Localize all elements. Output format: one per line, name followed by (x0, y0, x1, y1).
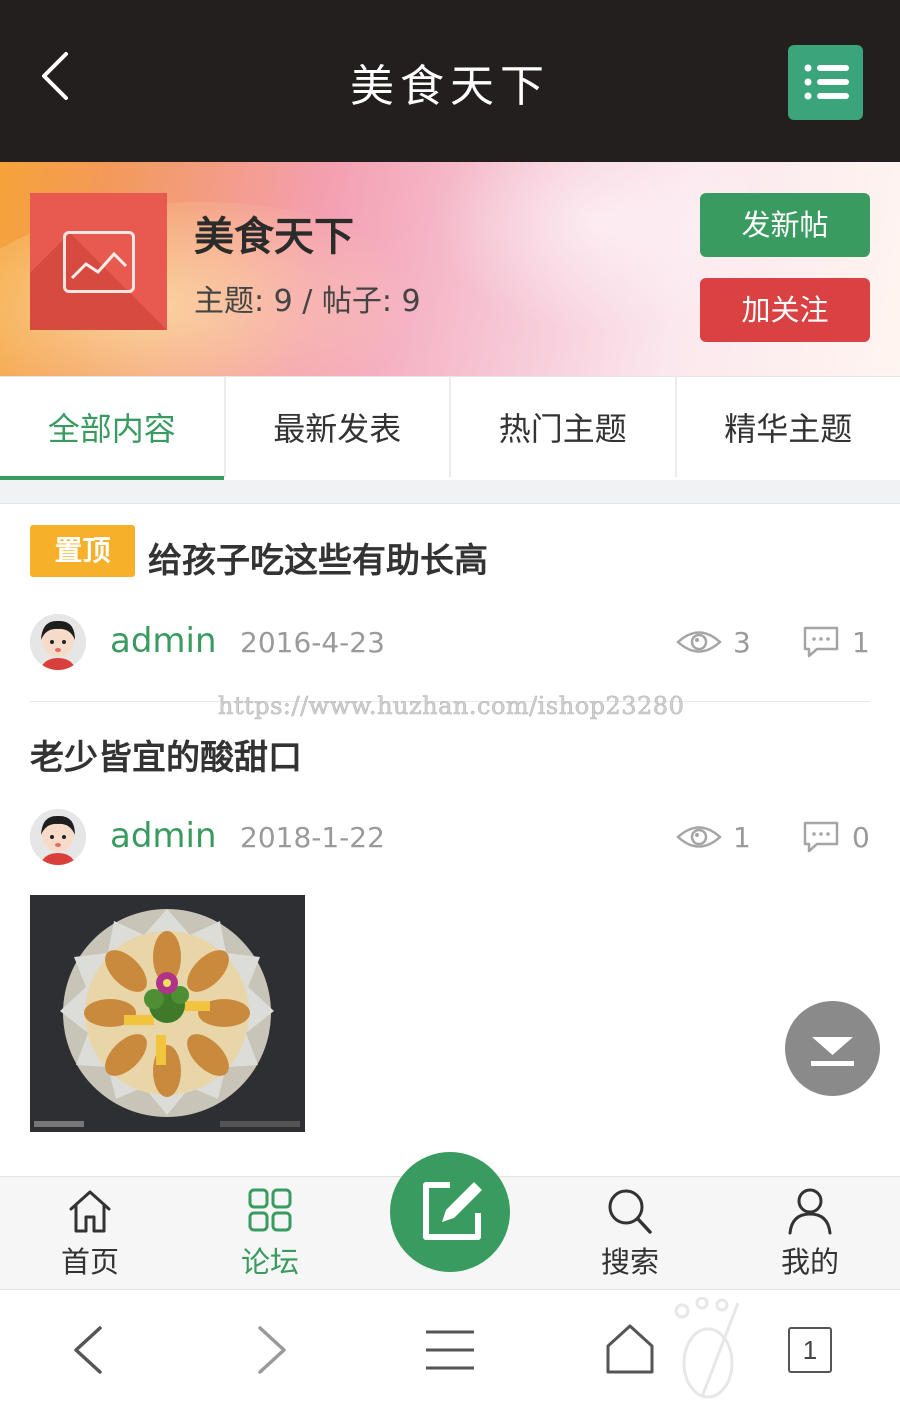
tab-all-content[interactable]: 全部内容 (0, 377, 226, 480)
image-placeholder-icon (63, 231, 135, 293)
view-count: 3 (733, 626, 751, 659)
user-icon (788, 1188, 832, 1235)
post-date: 2018-1-22 (240, 821, 385, 854)
tabbar-forum[interactable]: 论坛 (210, 1177, 330, 1289)
avatar[interactable] (30, 809, 86, 865)
tabbar-home-label: 首页 (60, 1245, 119, 1279)
browser-home-button[interactable] (590, 1310, 670, 1390)
avatar[interactable] (30, 614, 86, 670)
search-icon (608, 1189, 652, 1234)
page: 美食天下 美食天下 主题: 9 / 帖子: 9 发新帖 加关注 全部内容 最新发… (0, 0, 900, 1410)
forum-logo (30, 193, 167, 330)
hamburger-icon (426, 1330, 474, 1370)
forum-stats: 主题: 9 / 帖子: 9 (194, 284, 421, 319)
chevron-right-icon (258, 1326, 286, 1374)
reply-count: 1 (852, 626, 870, 659)
post-image[interactable] (30, 895, 305, 1132)
comment-icon (803, 626, 839, 658)
watermark: https://www.huzhan.com/ishop23280 (218, 692, 685, 721)
scroll-down-button[interactable] (785, 1001, 880, 1096)
comment-icon (803, 821, 839, 853)
avatar-icon (30, 809, 86, 865)
eye-icon (676, 631, 722, 653)
tabbar-search[interactable]: 搜索 (570, 1177, 690, 1289)
page-title: 美食天下 (350, 61, 550, 112)
tabbar-home[interactable]: 首页 (30, 1177, 150, 1289)
follow-button[interactable]: 加关注 (700, 278, 870, 342)
grid-icon (248, 1188, 292, 1232)
tab-hot[interactable]: 热门主题 (451, 377, 677, 477)
tab-featured[interactable]: 精华主题 (677, 377, 900, 477)
browser-menu-button[interactable] (410, 1310, 490, 1390)
food-plate-image (30, 895, 305, 1132)
menu-button[interactable] (788, 45, 863, 120)
eye-icon (676, 826, 722, 848)
top-bar: 美食天下 (0, 0, 900, 162)
home-icon (69, 1190, 111, 1233)
post-title[interactable]: 给孩子吃这些有助长高 (148, 533, 488, 582)
post-author[interactable]: admin (110, 816, 217, 856)
new-post-button[interactable]: 发新帖 (700, 193, 870, 257)
tabbar-forum-label: 论坛 (240, 1245, 299, 1279)
tabbar-me-label: 我的 (780, 1245, 839, 1279)
tabbar-search-label: 搜索 (600, 1245, 659, 1279)
content-tabs: 全部内容 最新发表 热门主题 精华主题 (0, 376, 900, 480)
post-date: 2016-4-23 (240, 626, 385, 659)
paw-watermark-icon (674, 1297, 740, 1399)
arrow-down-icon (811, 1037, 854, 1066)
list-menu-icon (804, 64, 849, 100)
home-icon (606, 1324, 654, 1374)
compose-button[interactable] (390, 1152, 510, 1272)
browser-tabs-button[interactable]: 1 (788, 1327, 832, 1373)
tabbar-me[interactable]: 我的 (750, 1177, 870, 1289)
forum-name: 美食天下 (194, 214, 354, 260)
edit-icon (423, 1182, 482, 1240)
chevron-left-icon (74, 1326, 102, 1374)
post-title[interactable]: 老少皆宜的酸甜口 (30, 730, 302, 779)
browser-forward-button[interactable] (230, 1310, 310, 1390)
tabs-separator (0, 480, 900, 504)
reply-count: 0 (852, 821, 870, 854)
view-count: 1 (733, 821, 751, 854)
tab-latest[interactable]: 最新发表 (226, 377, 451, 477)
pinned-badge: 置顶 (30, 525, 135, 577)
avatar-icon (30, 614, 86, 670)
post-author[interactable]: admin (110, 621, 217, 661)
browser-back-button[interactable] (50, 1310, 130, 1390)
